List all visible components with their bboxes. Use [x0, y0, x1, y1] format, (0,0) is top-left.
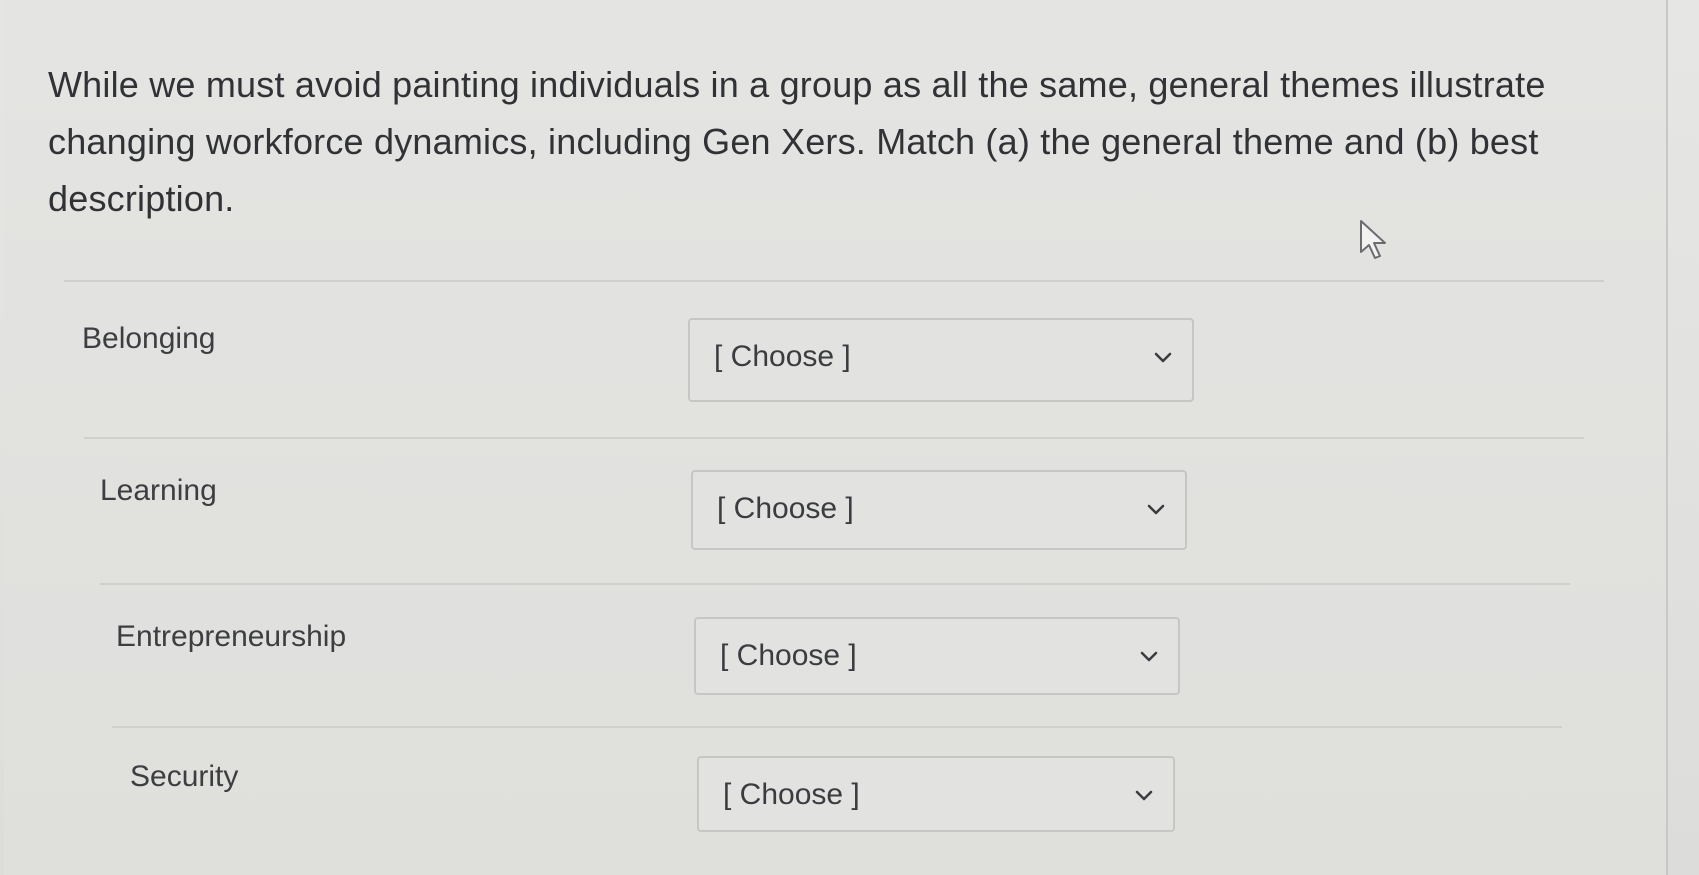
select-entrepreneurship[interactable]: [ Choose ] — [694, 617, 1180, 695]
row-label-security: Security — [130, 760, 239, 793]
select-learning[interactable]: [ Choose ] — [691, 470, 1187, 550]
row-label-entrepreneurship: Entrepreneurship — [116, 620, 347, 653]
chevron-down-icon — [1154, 352, 1172, 363]
screen: While we must avoid painting individuals… — [0, 0, 1699, 875]
row-label-learning: Learning — [100, 474, 217, 507]
select-value: [ Choose ] — [723, 778, 860, 811]
row-label-belonging: Belonging — [82, 322, 216, 355]
divider — [84, 437, 1584, 439]
select-value: [ Choose ] — [714, 340, 851, 373]
select-value: [ Choose ] — [720, 639, 857, 672]
select-security[interactable]: [ Choose ] — [697, 756, 1175, 832]
select-value: [ Choose ] — [717, 492, 854, 525]
mouse-pointer-icon — [1360, 220, 1386, 259]
question-card: While we must avoid painting individuals… — [4, 0, 1668, 875]
chevron-down-icon — [1147, 504, 1165, 515]
divider — [100, 583, 1570, 585]
question-text: While we must avoid painting individuals… — [48, 64, 1546, 219]
divider — [112, 726, 1562, 728]
chevron-down-icon — [1140, 651, 1158, 662]
chevron-down-icon — [1135, 790, 1153, 801]
select-belonging[interactable]: [ Choose ] — [688, 318, 1194, 402]
divider — [64, 280, 1604, 282]
